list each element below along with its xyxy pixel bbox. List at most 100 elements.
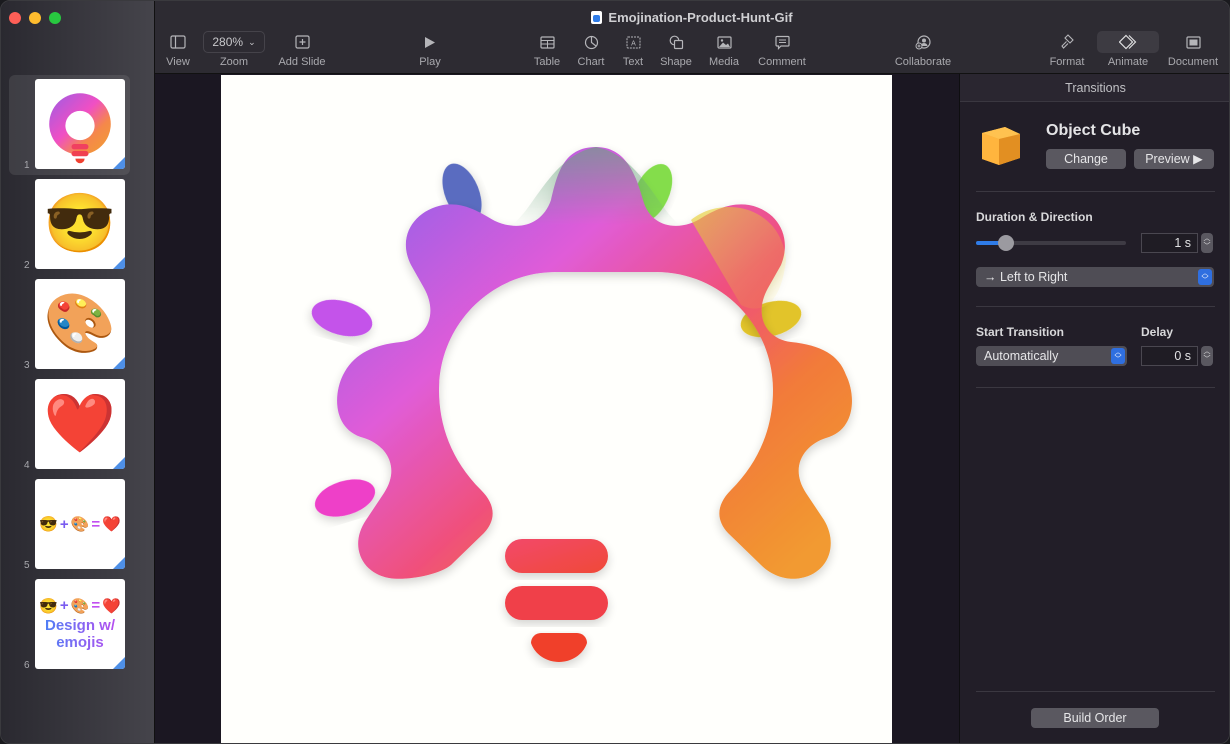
equals-sign: = (91, 515, 101, 533)
media-icon (705, 31, 743, 53)
keynote-window: 1 2 😎 3 🎨 4 ❤️ 5 😎 + 🎨 = ❤️ 6 😎 + 🎨 = ❤️… (0, 0, 1230, 744)
slide-number: 6 (24, 660, 30, 671)
document-label: Document (1167, 56, 1219, 68)
updown-chevron-icon: ︿ ﹀ (1111, 348, 1125, 364)
slide-thumbnail-1[interactable]: 1 (9, 75, 130, 175)
change-button[interactable]: Change (1046, 149, 1126, 169)
slide-preview[interactable]: 😎 + 🎨 = ❤️ (35, 479, 125, 569)
start-transition-select[interactable]: Automatically ︿ ﹀ (976, 346, 1127, 366)
tab-transitions[interactable]: Transitions (960, 74, 1229, 102)
palette-emoji: 🎨 (70, 516, 90, 533)
document-button[interactable]: Document (1163, 31, 1223, 68)
chevron-up-icon[interactable]: ︿ (1204, 348, 1211, 356)
section-divider (976, 387, 1215, 388)
media-label: Media (709, 56, 739, 68)
add-slide-label: Add Slide (278, 56, 326, 68)
emoji-equation: 😎 + 🎨 = ❤️ (39, 597, 121, 615)
table-label: Table (533, 56, 561, 68)
slide-number: 4 (24, 460, 30, 471)
animate-diamond-icon (1097, 31, 1159, 53)
play-icon (415, 31, 445, 53)
build-order-button[interactable]: Build Order (1031, 708, 1159, 728)
palette-emoji: 🎨 (43, 291, 117, 356)
caption-line-1: Design w/ (44, 616, 115, 634)
zoom-select[interactable]: 280% ⌄ (203, 31, 265, 53)
animate-label: Animate (1107, 56, 1149, 68)
text-button[interactable]: A Text (617, 31, 649, 68)
chevron-down-icon[interactable]: ﹀ (1204, 356, 1211, 364)
view-label: View (166, 56, 190, 68)
slide-preview[interactable] (35, 79, 125, 169)
slide-thumbnail-4[interactable]: 4 ❤️ (9, 375, 130, 475)
direction-select[interactable]: → Left to Right ︿ ﹀ (976, 267, 1214, 287)
animate-button[interactable]: Animate (1097, 31, 1159, 68)
emoji-equation: 😎 + 🎨 = ❤️ (39, 515, 121, 534)
chevron-up-icon[interactable]: ︿ (1204, 235, 1211, 243)
slide-preview[interactable]: 🎨 (35, 279, 125, 369)
preview-button[interactable]: Preview ▶ (1134, 149, 1214, 169)
collaborate-button[interactable]: Collaborate (889, 31, 957, 68)
object-cube-icon (979, 124, 1021, 171)
slide-navigator: 1 2 😎 3 🎨 4 ❤️ 5 😎 + 🎨 = ❤️ 6 😎 + 🎨 = ❤️… (1, 1, 155, 743)
maximize-button[interactable] (49, 12, 61, 24)
slide-thumbnail-5[interactable]: 5 😎 + 🎨 = ❤️ (9, 475, 130, 575)
chart-button[interactable]: Chart (574, 31, 608, 68)
play-button[interactable]: Play (415, 31, 445, 68)
start-transition-label: Start Transition (976, 325, 1065, 339)
duration-slider[interactable] (976, 235, 1126, 251)
window-controls (9, 12, 61, 24)
bulb-base-tip (531, 633, 587, 662)
transition-indicator (113, 257, 125, 269)
delay-label: Delay (1141, 325, 1174, 339)
media-button[interactable]: Media (705, 31, 743, 68)
table-button[interactable]: Table (530, 31, 564, 68)
zoom-control[interactable]: 280% ⌄ Zoom (203, 31, 265, 68)
view-button[interactable]: View (163, 31, 193, 68)
section-divider (976, 306, 1215, 307)
slide-preview[interactable]: 😎 (35, 179, 125, 269)
keynote-document-icon (591, 11, 603, 24)
svg-text:A: A (631, 40, 636, 47)
duration-stepper[interactable]: ︿ ﹀ (1201, 233, 1213, 253)
duration-slider-knob[interactable] (998, 235, 1014, 251)
transition-indicator (113, 357, 125, 369)
lightbulb-logo-thumb (49, 93, 111, 164)
close-button[interactable] (9, 12, 21, 24)
slide-thumbnail-6[interactable]: 6 😎 + 🎨 = ❤️ Design w/ emojis (9, 575, 130, 675)
slide-thumbnail-2[interactable]: 2 😎 (9, 175, 130, 275)
plus-sign: + (59, 597, 69, 615)
collaborate-icon (889, 31, 957, 53)
slide-number: 3 (24, 360, 30, 371)
delay-field[interactable]: 0 s (1141, 346, 1198, 366)
lightbulb-logo[interactable] (221, 75, 892, 744)
updown-chevron-icon: ︿ ﹀ (1198, 269, 1212, 285)
slide-thumbnail-3[interactable]: 3 🎨 (9, 275, 130, 375)
transition-indicator (113, 657, 125, 669)
caption-line-2: emojis (56, 634, 104, 651)
slide-preview[interactable]: ❤️ (35, 379, 125, 469)
format-button[interactable]: Format (1044, 31, 1090, 68)
chart-icon (574, 31, 608, 53)
slide-preview[interactable]: 😎 + 🎨 = ❤️ Design w/ emojis (35, 579, 125, 669)
chevron-down-icon: ⌄ (248, 36, 256, 47)
transition-indicator (113, 557, 125, 569)
heart-emoji: ❤️ (43, 391, 117, 456)
shape-button[interactable]: Shape (657, 31, 695, 68)
comment-button[interactable]: Comment (755, 31, 809, 68)
add-slide-button[interactable]: Add Slide (273, 31, 331, 68)
duration-field[interactable]: 1 s (1141, 233, 1198, 253)
ray-left-upper (311, 299, 373, 337)
document-icon (1163, 31, 1223, 53)
minimize-button[interactable] (29, 12, 41, 24)
slide-canvas (155, 74, 959, 744)
text-label: Text (622, 56, 644, 68)
text-box-icon: A (617, 31, 649, 53)
slide-caption: Design w/ emojis (45, 617, 115, 652)
add-slide-icon (273, 31, 331, 53)
sunglasses-emoji: 😎 (39, 597, 58, 615)
format-label: Format (1049, 56, 1085, 68)
current-slide[interactable] (221, 75, 892, 744)
delay-stepper[interactable]: ︿ ﹀ (1201, 346, 1213, 366)
transition-name: Object Cube (1046, 122, 1141, 139)
chevron-down-icon[interactable]: ﹀ (1204, 243, 1211, 251)
